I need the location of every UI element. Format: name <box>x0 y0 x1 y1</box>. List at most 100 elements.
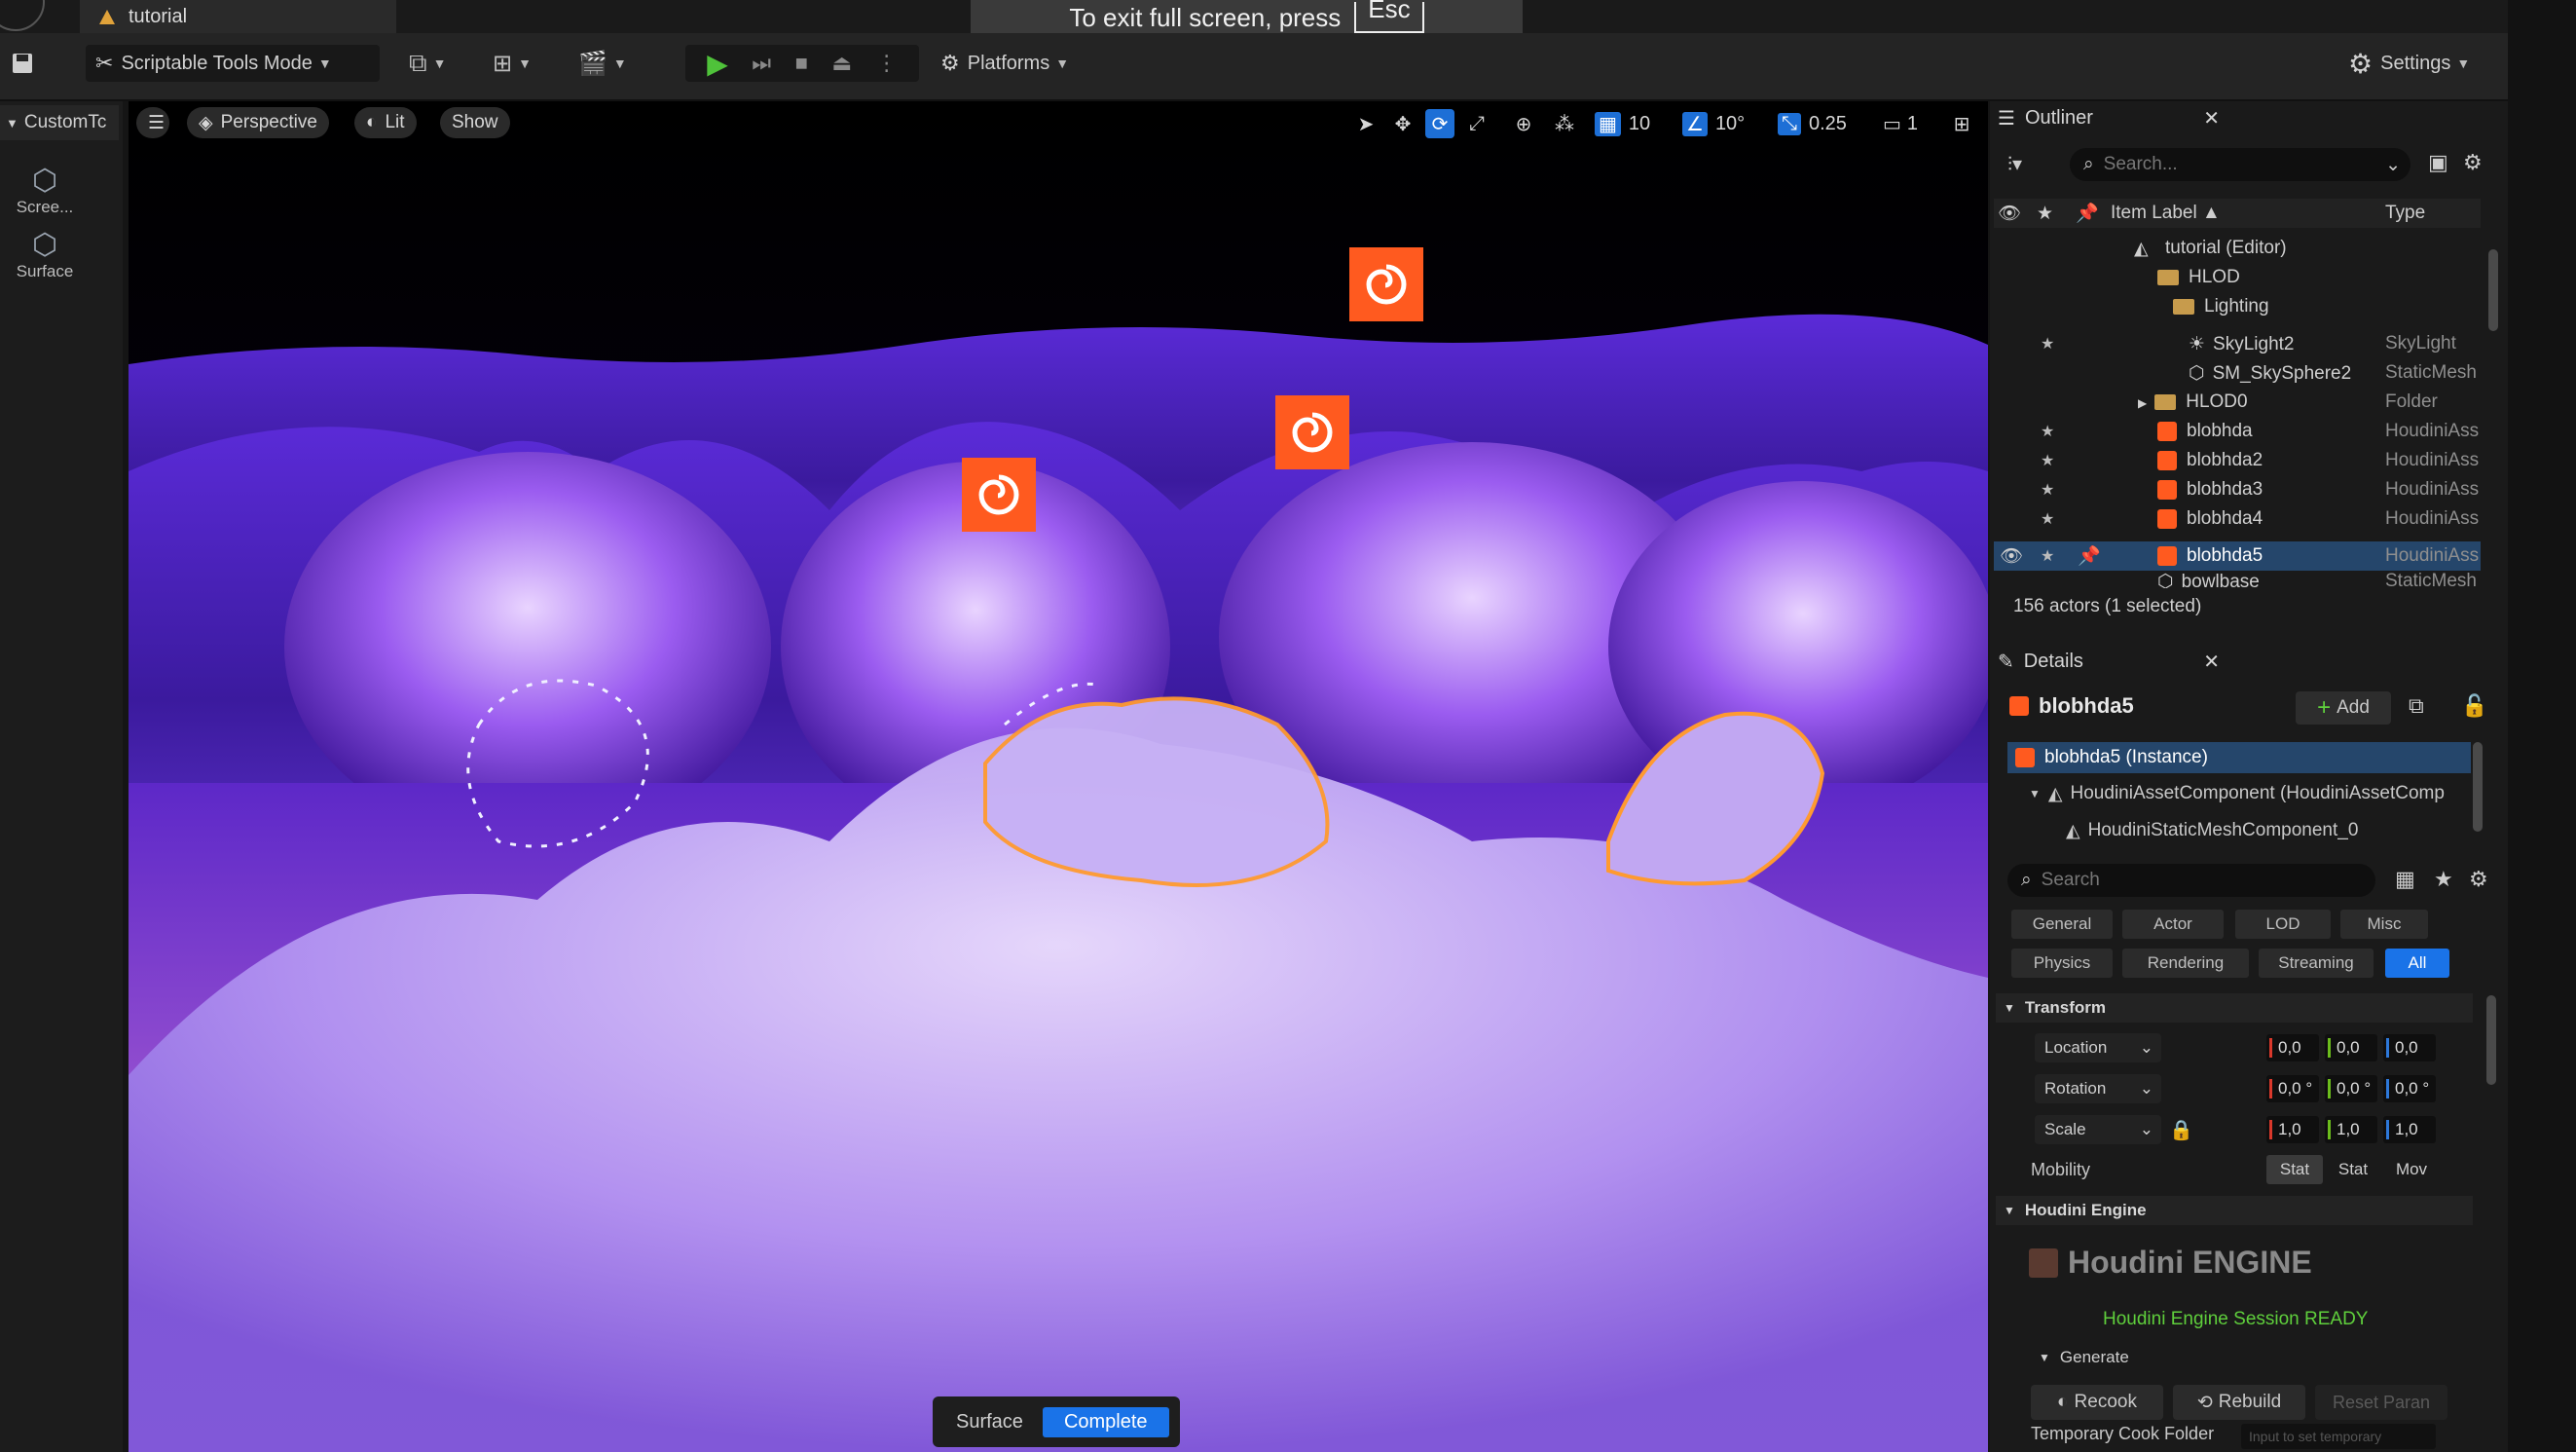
mode-selector[interactable]: ✂ Scriptable Tools Mode ▼ <box>86 45 380 82</box>
surface-tool-button[interactable]: ⬡ Surface <box>4 228 86 281</box>
star-icon[interactable]: ★ <box>2434 867 2453 892</box>
houdini-section-header[interactable]: ▼ Houdini Engine <box>1996 1196 2473 1225</box>
eject-icon[interactable]: ⏏ <box>831 51 852 76</box>
complete-button[interactable]: Complete <box>1042 1406 1169 1437</box>
close-icon[interactable]: ✕ <box>2203 106 2220 130</box>
blueprint-button[interactable]: ⊞ ▼ <box>493 45 532 82</box>
list-item[interactable]: ★ blobhda HoudiniAss <box>1994 417 2481 446</box>
outliner-tab[interactable]: ☰ Outliner ✕ <box>1998 101 2220 134</box>
visibility-icon[interactable]: 👁 <box>2000 544 2023 568</box>
outliner-scrollbar[interactable] <box>2488 249 2498 331</box>
category-rendering[interactable]: Rendering <box>2122 949 2249 978</box>
rotation-z-field[interactable]: 0,0 ° <box>2383 1075 2436 1102</box>
step-icon[interactable]: ⏭ <box>752 51 771 76</box>
rebuild-button[interactable]: ⟲ Rebuild <box>2173 1385 2305 1420</box>
translate-icon[interactable]: ✥ <box>1388 109 1417 138</box>
list-item-selected[interactable]: 👁 ★ 📌 blobhda5 HoudiniAss <box>1994 541 2481 571</box>
rotation-snap-toggle[interactable]: ∠ 10° <box>1682 109 1750 138</box>
favorite-icon[interactable]: ★ <box>2041 334 2054 354</box>
list-item[interactable]: ★ blobhda4 HoudiniAss <box>1994 504 2481 534</box>
surface-mode-button[interactable]: Surface <box>956 1411 1023 1433</box>
custom-tools-tab[interactable]: ▼ CustomTc <box>0 105 119 140</box>
rotation-y-field[interactable]: 0,0 ° <box>2325 1075 2377 1102</box>
item-label-header[interactable]: Item Label ▲ <box>2111 203 2221 224</box>
location-dropdown[interactable]: Location ⌄ <box>2035 1033 2161 1062</box>
scale-x-field[interactable]: 1,0 <box>2266 1116 2319 1143</box>
filter-icon[interactable]: ⫶▾ <box>2007 152 2022 176</box>
list-item[interactable]: ◭ tutorial (Editor) <box>1994 234 2481 263</box>
list-item[interactable]: ★ blobhda2 HoudiniAss <box>1994 446 2481 475</box>
location-z-field[interactable]: 0,0 <box>2383 1034 2436 1061</box>
lit-button[interactable]: ◐ Lit <box>354 107 417 138</box>
outliner-search-input[interactable]: ⌕ Search... ⌄ <box>2070 148 2410 181</box>
close-icon[interactable]: ✕ <box>2203 650 2220 674</box>
scale-snap-toggle[interactable]: ⤡ 0.25 <box>1778 109 1853 138</box>
favorite-icon[interactable]: ★ <box>2041 480 2054 500</box>
houdini-actor-icon[interactable] <box>1275 395 1349 469</box>
add-content-button[interactable]: ⧉ ▼ <box>409 45 446 82</box>
details-scrollbar[interactable] <box>2486 995 2496 1085</box>
generate-subsection[interactable]: ▼ Generate <box>2039 1348 2129 1367</box>
level-viewport[interactable] <box>129 101 1988 1452</box>
favorite-icon[interactable]: ★ <box>2041 546 2054 566</box>
play-icon[interactable]: ▶ <box>707 48 728 80</box>
component-item-instance[interactable]: blobhda5 (Instance) <box>2007 742 2471 773</box>
scale-lock-icon[interactable]: 🔒 <box>2169 1118 2193 1142</box>
scale-dropdown[interactable]: Scale ⌄ <box>2035 1115 2161 1144</box>
grid-snap-toggle[interactable]: ▦ 10 <box>1595 109 1656 138</box>
details-search-input[interactable]: ⌕ Search <box>2007 864 2375 897</box>
list-item[interactable]: ★ blobhda3 HoudiniAss <box>1994 475 2481 504</box>
location-y-field[interactable]: 0,0 <box>2325 1034 2377 1061</box>
list-item[interactable]: ⬡ SM_SkySphere2 StaticMesh <box>1994 358 2481 388</box>
rotate-icon[interactable]: ⟳ <box>1425 109 1454 138</box>
components-scrollbar[interactable] <box>2473 742 2483 832</box>
gear-icon[interactable]: ⚙ <box>2469 867 2488 892</box>
houdini-actor-icon[interactable] <box>962 458 1036 532</box>
category-actor[interactable]: Actor <box>2122 910 2224 939</box>
scale-z-field[interactable]: 1,0 <box>2383 1116 2436 1143</box>
project-tab[interactable]: tutorial <box>80 0 396 33</box>
category-physics[interactable]: Physics <box>2011 949 2113 978</box>
scale-y-field[interactable]: 1,0 <box>2325 1116 2377 1143</box>
gear-icon[interactable]: ⚙ <box>2463 150 2483 175</box>
expand-arrow-icon[interactable]: ▶ <box>2138 396 2147 410</box>
recook-button[interactable]: ◐ Recook <box>2031 1385 2163 1420</box>
list-item[interactable]: Lighting <box>1994 292 2481 321</box>
cinematics-button[interactable]: 🎬 ▼ <box>578 45 627 82</box>
details-tab[interactable]: ✎ Details ✕ <box>1998 645 2220 678</box>
category-misc[interactable]: Misc <box>2340 910 2428 939</box>
world-space-icon[interactable]: ⊕ <box>1509 109 1538 138</box>
favorite-icon[interactable]: ★ <box>2041 451 2054 470</box>
viewport-menu-button[interactable]: ☰ <box>136 107 169 138</box>
houdini-actor-icon[interactable] <box>1349 247 1423 321</box>
favorite-icon[interactable]: ★ <box>2041 509 2054 529</box>
add-folder-icon[interactable]: ▣ <box>2428 150 2448 175</box>
type-header[interactable]: Type <box>2385 203 2425 224</box>
settings-button[interactable]: ⚙ Settings ▼ <box>2348 45 2470 82</box>
viewport-layout-icon[interactable]: ⊞ <box>1947 109 1976 138</box>
camera-speed-button[interactable]: ▭ 1 <box>1883 109 1924 138</box>
screen-tool-button[interactable]: ⬡ Scree... <box>4 164 86 217</box>
add-component-button[interactable]: + Add <box>2296 691 2391 725</box>
platforms-button[interactable]: ⚙ Platforms ▼ <box>940 45 1069 82</box>
category-all[interactable]: All <box>2385 949 2449 978</box>
list-item[interactable]: HLOD <box>1994 263 2481 292</box>
mobility-static-option[interactable]: Stat <box>2266 1155 2323 1184</box>
list-item[interactable]: ▶ HLOD0 Folder <box>1994 388 2481 417</box>
scale-icon[interactable]: ⤢ <box>1462 109 1491 138</box>
show-button[interactable]: Show <box>440 107 510 138</box>
select-mode-icon[interactable]: ➤ <box>1351 109 1380 138</box>
category-general[interactable]: General <box>2011 910 2113 939</box>
mobility-movable-option[interactable]: Mov <box>2383 1155 2440 1184</box>
blueprint-convert-icon[interactable]: ⧉ <box>2409 693 2424 719</box>
rotation-dropdown[interactable]: Rotation ⌄ <box>2035 1074 2161 1103</box>
reset-parameters-button[interactable]: Reset Paran <box>2315 1385 2447 1420</box>
component-item[interactable]: ▼ ◭ HoudiniAssetComponent (HoudiniAssetC… <box>2029 779 2473 808</box>
location-x-field[interactable]: 0,0 <box>2266 1034 2319 1061</box>
mobility-stationary-option[interactable]: Stat <box>2325 1155 2381 1184</box>
list-item[interactable]: ★ ☀ SkyLight2 SkyLight <box>1994 329 2481 358</box>
favorite-icon[interactable]: ★ <box>2041 422 2054 441</box>
surface-snap-icon[interactable]: ⁂ <box>1550 109 1579 138</box>
pin-icon[interactable]: 📌 <box>2078 544 2101 568</box>
play-options-icon[interactable]: ⋮ <box>876 51 898 76</box>
